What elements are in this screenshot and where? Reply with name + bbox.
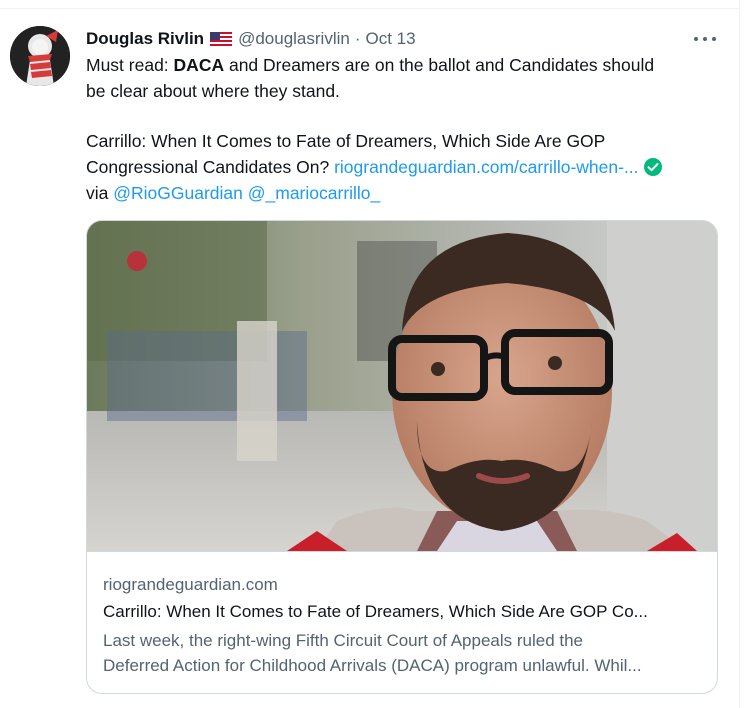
article-link[interactable]: riograndeguardian.com/carrillo-when-... — [334, 157, 638, 177]
us-flag-icon — [210, 31, 233, 47]
tweet-text-line-5: via @RioGGuardian @_mariocarrillo_ — [86, 180, 726, 206]
text-bold-daca: DACA — [173, 55, 225, 75]
more-options-icon[interactable] — [694, 30, 716, 48]
link-preview-card[interactable]: riograndeguardian.com Carrillo: When It … — [86, 220, 718, 694]
tweet-text-line-2: be clear about where they stand. — [86, 81, 340, 101]
tweet-date[interactable]: Oct 13 — [366, 29, 416, 49]
verified-check-icon — [643, 157, 663, 177]
top-divider — [0, 8, 740, 9]
text-part: and Dreamers are on the ballot and Candi… — [224, 55, 655, 75]
text-part: Must read: — [86, 55, 174, 75]
author-handle[interactable]: @douglasrivlin — [238, 29, 350, 49]
text-part: Congressional Candidates On? — [86, 157, 335, 177]
card-image — [87, 221, 717, 552]
tweet-text-line-1: Must read: DACA and Dreamers are on the … — [86, 52, 726, 78]
card-description-line-2: Deferred Action for Childhood Arrivals (… — [103, 656, 642, 675]
tweet-header: Douglas Rivlin @douglasrivlin · Oct 13 — [86, 27, 416, 51]
right-divider — [739, 0, 740, 708]
separator: · — [354, 29, 361, 48]
mention-mariocarrillo[interactable]: @_mariocarrillo_ — [248, 183, 381, 203]
text-part: via — [86, 183, 114, 203]
author-name[interactable]: Douglas Rivlin — [86, 29, 204, 49]
avatar[interactable] — [10, 26, 70, 86]
tweet-text-line-3: Carrillo: When It Comes to Fate of Dream… — [86, 131, 606, 151]
tweet-text-line-4: Congressional Candidates On? riograndegu… — [86, 154, 726, 180]
card-domain: riograndeguardian.com — [103, 575, 278, 594]
card-description: Last week, the right-wing Fifth Circuit … — [103, 628, 703, 678]
card-title: Carrillo: When It Comes to Fate of Dream… — [103, 602, 648, 621]
card-description-line-1: Last week, the right-wing Fifth Circuit … — [103, 631, 584, 650]
mention-rioguardian[interactable]: @RioGGuardian — [113, 183, 243, 203]
